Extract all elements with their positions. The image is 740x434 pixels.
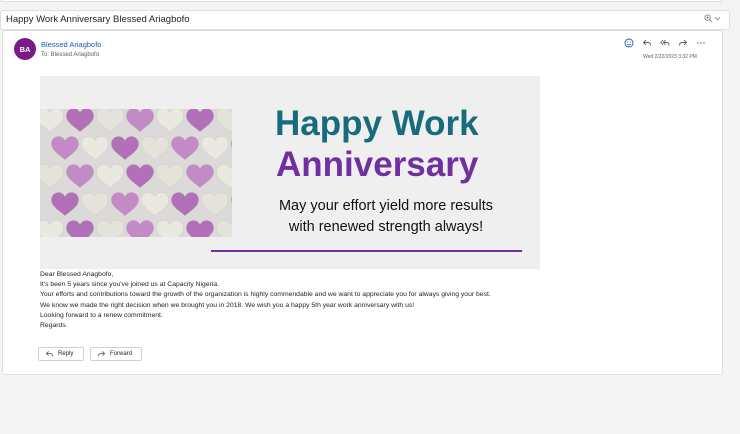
banner-message-line2: with renewed strength always! xyxy=(288,219,484,235)
anniversary-banner: Happy Work Anniversary May your effort y… xyxy=(40,76,540,269)
reply-label: Reply xyxy=(58,351,74,357)
forward-footer-button[interactable]: Forward xyxy=(90,347,142,361)
heart-shape xyxy=(200,192,230,217)
previous-message-card xyxy=(0,0,722,2)
heart-shape xyxy=(185,220,215,237)
heart-shape xyxy=(80,192,110,217)
heart-shape xyxy=(80,136,110,161)
reply-all-button[interactable] xyxy=(659,37,671,48)
heart-shape xyxy=(40,109,65,133)
message-actions xyxy=(623,37,707,48)
heart-shape xyxy=(170,192,200,217)
banner-divider xyxy=(211,250,522,252)
reply-icon xyxy=(45,351,54,357)
body-line: Regards. xyxy=(40,322,68,330)
heart-shape xyxy=(125,164,155,189)
reply-row: Reply Forward xyxy=(38,347,142,361)
heart-shape xyxy=(65,109,95,133)
heart-shape xyxy=(50,192,80,217)
heart-shape xyxy=(155,164,185,189)
emoji-button[interactable] xyxy=(623,37,635,48)
more-icon xyxy=(697,41,705,44)
heart-shape xyxy=(185,164,215,189)
forward-icon xyxy=(679,39,688,46)
forward-label: Forward xyxy=(110,351,133,357)
heart-shape xyxy=(140,192,170,217)
more-actions-button[interactable] xyxy=(695,37,707,48)
banner-title-line2: Anniversary xyxy=(276,145,479,184)
zoom-icon xyxy=(704,14,713,23)
body-line: It's been 5 years since you've joined us… xyxy=(40,281,220,289)
message-card: BA Blessed Ariagbofo To: Blessed Ariagbo… xyxy=(2,30,723,375)
body-line: Looking forward to a renew commitment. xyxy=(40,311,163,319)
banner-message: May your effort yield more results with … xyxy=(250,196,522,238)
heart-shape xyxy=(155,109,185,133)
heart-shape xyxy=(185,109,215,133)
heart-shape xyxy=(40,164,65,189)
heart-shape xyxy=(95,164,125,189)
heart-shape xyxy=(95,220,125,237)
banner-message-line1: May your effort yield more results xyxy=(278,198,494,214)
heart-shape xyxy=(65,220,95,237)
heart-shape xyxy=(125,109,155,133)
heart-shape xyxy=(215,109,232,133)
heart-shape xyxy=(95,109,125,133)
subject-bar: Happy Work Anniversary Blessed Ariagbofo xyxy=(0,10,730,30)
reply-all-icon xyxy=(660,39,670,46)
heart-shape xyxy=(50,136,80,161)
heart-shape xyxy=(40,220,65,237)
heart-shape xyxy=(200,136,230,161)
heart-shape xyxy=(155,220,185,237)
heart-shape xyxy=(65,164,95,189)
email-subject: Happy Work Anniversary Blessed Ariagbofo xyxy=(6,14,190,25)
banner-title-line1: Happy Work xyxy=(275,104,479,143)
heart-shape xyxy=(215,164,232,189)
forward-icon xyxy=(97,351,106,357)
hearts-image xyxy=(40,109,232,237)
heart-shape xyxy=(230,196,232,204)
reply-footer-button[interactable]: Reply xyxy=(38,347,84,361)
heart-shape xyxy=(230,140,232,148)
avatar[interactable]: BA xyxy=(14,38,36,60)
chevron-down-icon xyxy=(714,16,721,21)
forward-button[interactable] xyxy=(677,37,689,48)
body-line: We know we made the right decision when … xyxy=(40,301,415,309)
message-body: Dear Blessed Ariagbofo, It's been 5 year… xyxy=(40,270,491,331)
heart-shape xyxy=(110,136,140,161)
message-timestamp: Wed 2/22/2023 3:32 PM xyxy=(643,54,697,60)
recipient-line: To: Blessed Ariagbofo xyxy=(41,52,100,58)
heart-shape xyxy=(170,136,200,161)
body-line: Dear Blessed Ariagbofo, xyxy=(40,271,114,278)
heart-shape xyxy=(110,192,140,217)
reply-button[interactable] xyxy=(641,37,653,48)
heart-shape xyxy=(140,136,170,161)
reply-icon xyxy=(642,39,651,46)
body-line: Your efforts and contributions toward th… xyxy=(40,291,491,299)
zoom-button[interactable] xyxy=(704,14,721,23)
heart-shape xyxy=(215,220,232,237)
emoji-icon xyxy=(624,38,634,47)
sender-name[interactable]: Blessed Ariagbofo xyxy=(41,40,101,49)
heart-shape xyxy=(125,220,155,237)
